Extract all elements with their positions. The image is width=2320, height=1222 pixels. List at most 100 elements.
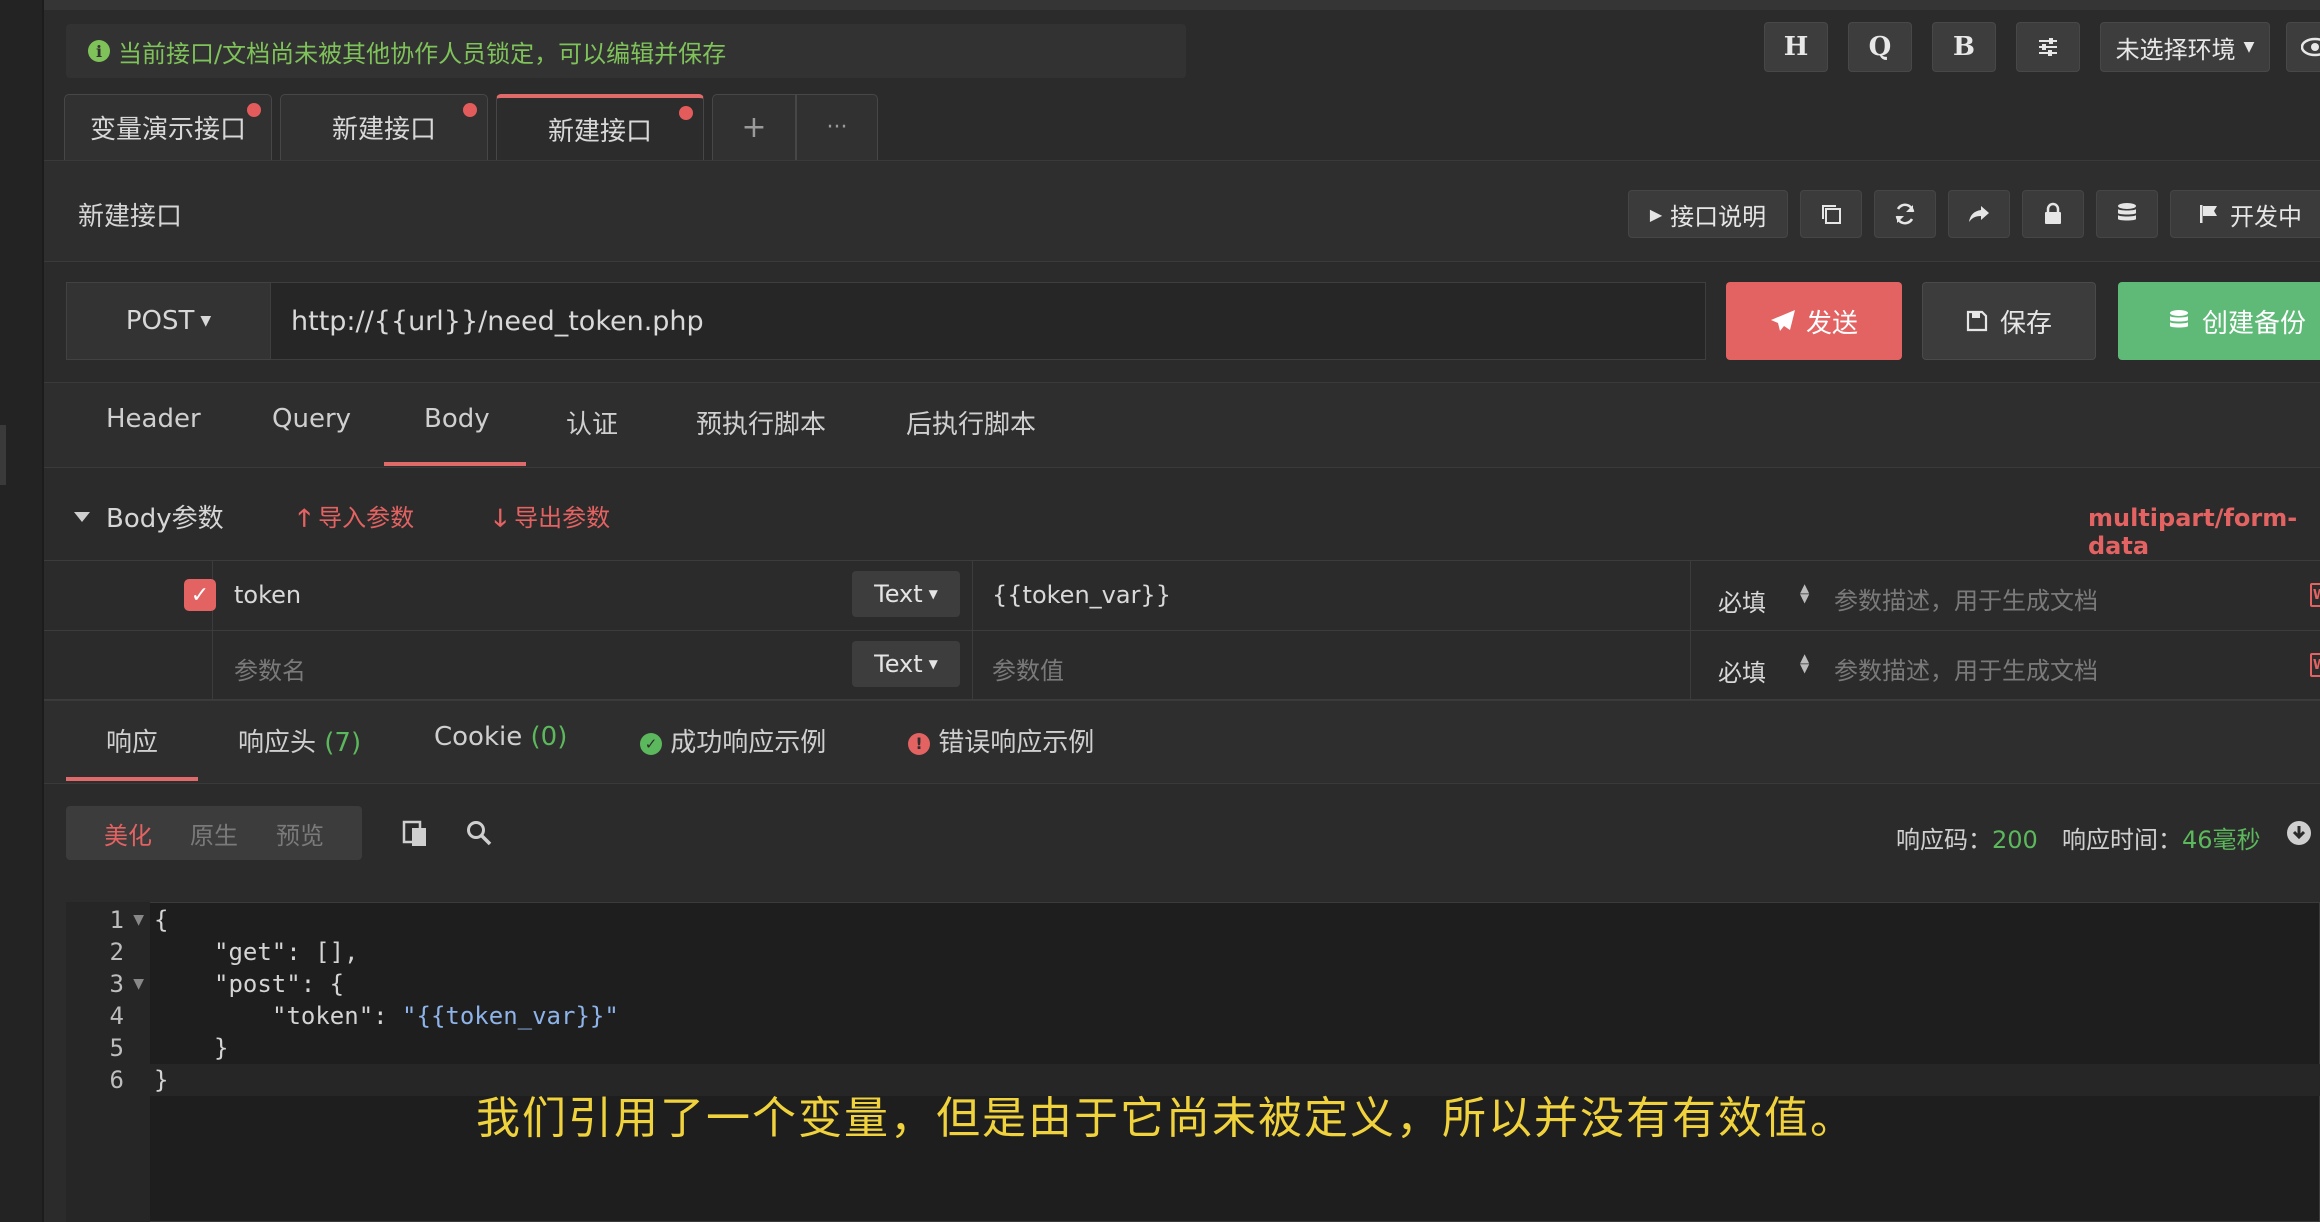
tab-success-example[interactable]: ✓ 成功响应示例 [640,722,826,759]
refresh-button[interactable] [1874,190,1936,238]
code-line: } [154,1066,169,1094]
tab-body[interactable]: Body [424,404,490,434]
tab-response[interactable]: 响应 [106,722,158,759]
tab-post-script[interactable]: 后执行脚本 [906,404,1036,441]
sidebar-handle[interactable] [0,425,6,485]
h-button[interactable]: H [1764,22,1828,72]
search-response-button[interactable] [466,820,492,850]
param-row: 参数名 Text ▼ 参数值 必填 ▲▼ 参数描述，用于生成文档 W [44,630,2320,701]
top-edge [44,0,2320,10]
lock-button[interactable] [2022,190,2084,238]
view-beautify[interactable]: 美化 [104,816,152,851]
caret-down-icon: ▼ [200,313,212,329]
tab-label: 新建接口 [331,115,436,145]
code-line: { [154,906,169,934]
code-line: } [214,1034,229,1062]
param-name-input[interactable]: token [234,581,301,609]
response-headers-label: 响应头 [238,728,317,758]
add-tab-button[interactable]: + [712,94,796,160]
preview-button[interactable] [2286,22,2320,72]
more-tabs-button[interactable]: ··· [796,94,878,160]
tab-pre-script[interactable]: 预执行脚本 [696,404,826,441]
share-button[interactable] [1948,190,2010,238]
param-description-input[interactable]: 参数描述，用于生成文档 [1834,651,2098,686]
sort-icon[interactable]: ▲ ▼ [1800,652,1809,674]
word-doc-icon[interactable]: W [2310,653,2320,677]
content-type-label[interactable]: multipart/form-data [2088,504,2320,560]
tab-auth[interactable]: 认证 [566,404,618,441]
copy-icon [1822,205,1841,224]
floppy-icon [1966,310,1988,332]
lock-notice-text: 当前接口/文档尚未被其他协作人员锁定，可以编辑并保存 [118,39,727,68]
unsaved-dot [679,106,693,120]
response-time-value: 46毫秒 [2182,826,2261,854]
caret-down-icon: ▼ [928,657,938,671]
param-value-input[interactable]: 参数值 [992,651,1064,686]
required-label[interactable]: 必填 [1718,653,1766,688]
view-mode-segmented: 美化 原生 预览 [66,806,362,860]
param-type-select[interactable]: Text ▼ [852,641,960,687]
tab-new-api-2[interactable]: 新建接口 [496,94,704,160]
method-label: POST [125,306,195,336]
sort-icon[interactable]: ▲ ▼ [1800,582,1809,604]
param-name-input[interactable]: 参数名 [234,651,306,686]
tab-cookie[interactable]: Cookie (0) [434,722,567,752]
info-icon: i [88,40,110,62]
collapse-caret-icon[interactable] [74,512,90,522]
arrow-down-icon: 🡓 [494,504,507,532]
param-type-label: Text [874,650,923,678]
download-circle-icon [2287,821,2311,845]
active-tab-underline [384,462,526,466]
import-label: 导入参数 [318,504,415,532]
error-example-label: 错误响应示例 [938,728,1095,758]
b-button[interactable]: B [1932,22,1996,72]
copy-button[interactable] [1800,190,1862,238]
status-code-label: 响应码： [1896,826,1992,854]
url-input[interactable]: http://{{url}}/need_token.php [270,282,1706,360]
api-doc-label: 接口说明 [1670,202,1767,231]
arrow-up-icon: 🡑 [298,504,311,532]
copy-response-button[interactable] [402,818,430,852]
create-backup-button[interactable]: 创建备份 [2118,282,2320,360]
eye-icon [2301,37,2320,57]
caret-right-icon: ▶ [1649,204,1663,224]
api-doc-button[interactable]: ▶ 接口说明 [1628,190,1788,238]
import-params-button[interactable]: 🡑 导入参数 [298,498,414,542]
word-doc-icon[interactable]: W [2310,583,2320,607]
method-select[interactable]: POST ▼ [66,282,270,360]
export-params-button[interactable]: 🡓 导出参数 [494,498,610,542]
required-label[interactable]: 必填 [1718,583,1766,618]
status-button[interactable]: 开发中 [2170,190,2320,238]
q-button[interactable]: Q [1848,22,1912,72]
database-button[interactable] [2096,190,2158,238]
settings-sliders-button[interactable] [2016,22,2080,72]
status-code: 响应码：200 [1896,820,2038,855]
environment-select[interactable]: 未选择环境 ▼ [2100,22,2270,72]
video-subtitle: 我们引用了一个变量，但是由于它尚未被定义，所以并没有有效值。 [476,1093,1856,1144]
tab-error-example[interactable]: ! 错误响应示例 [908,722,1094,759]
tab-response-headers[interactable]: 响应头 (7) [238,722,361,759]
lock-icon [2045,202,2061,224]
download-response-button[interactable] [2286,820,2312,850]
tab-query[interactable]: Query [272,404,351,434]
refresh-icon [1895,203,1915,225]
success-example-label: 成功响应示例 [670,728,827,758]
view-preview[interactable]: 预览 [276,816,324,851]
unsaved-dot [247,103,261,117]
param-type-select[interactable]: Text ▼ [852,571,960,617]
tab-new-api-1[interactable]: 新建接口 [280,94,488,160]
response-headers-count: (7) [324,728,362,758]
code-line: "post": { [214,970,345,998]
param-value-input[interactable]: {{token_var}} [992,581,1171,609]
search-icon [467,821,492,846]
cookie-label: Cookie [434,722,523,752]
save-button[interactable]: 保存 [1922,282,2096,360]
tab-header[interactable]: Header [106,404,201,434]
send-button[interactable]: 发送 [1726,282,1902,360]
environment-label: 未选择环境 [2115,35,2236,64]
tab-variable-demo[interactable]: 变量演示接口 [64,94,272,160]
clipboard-icon [402,820,426,846]
view-raw[interactable]: 原生 [190,816,238,851]
param-description-input[interactable]: 参数描述，用于生成文档 [1834,581,2098,616]
status-code-value: 200 [1992,826,2038,854]
